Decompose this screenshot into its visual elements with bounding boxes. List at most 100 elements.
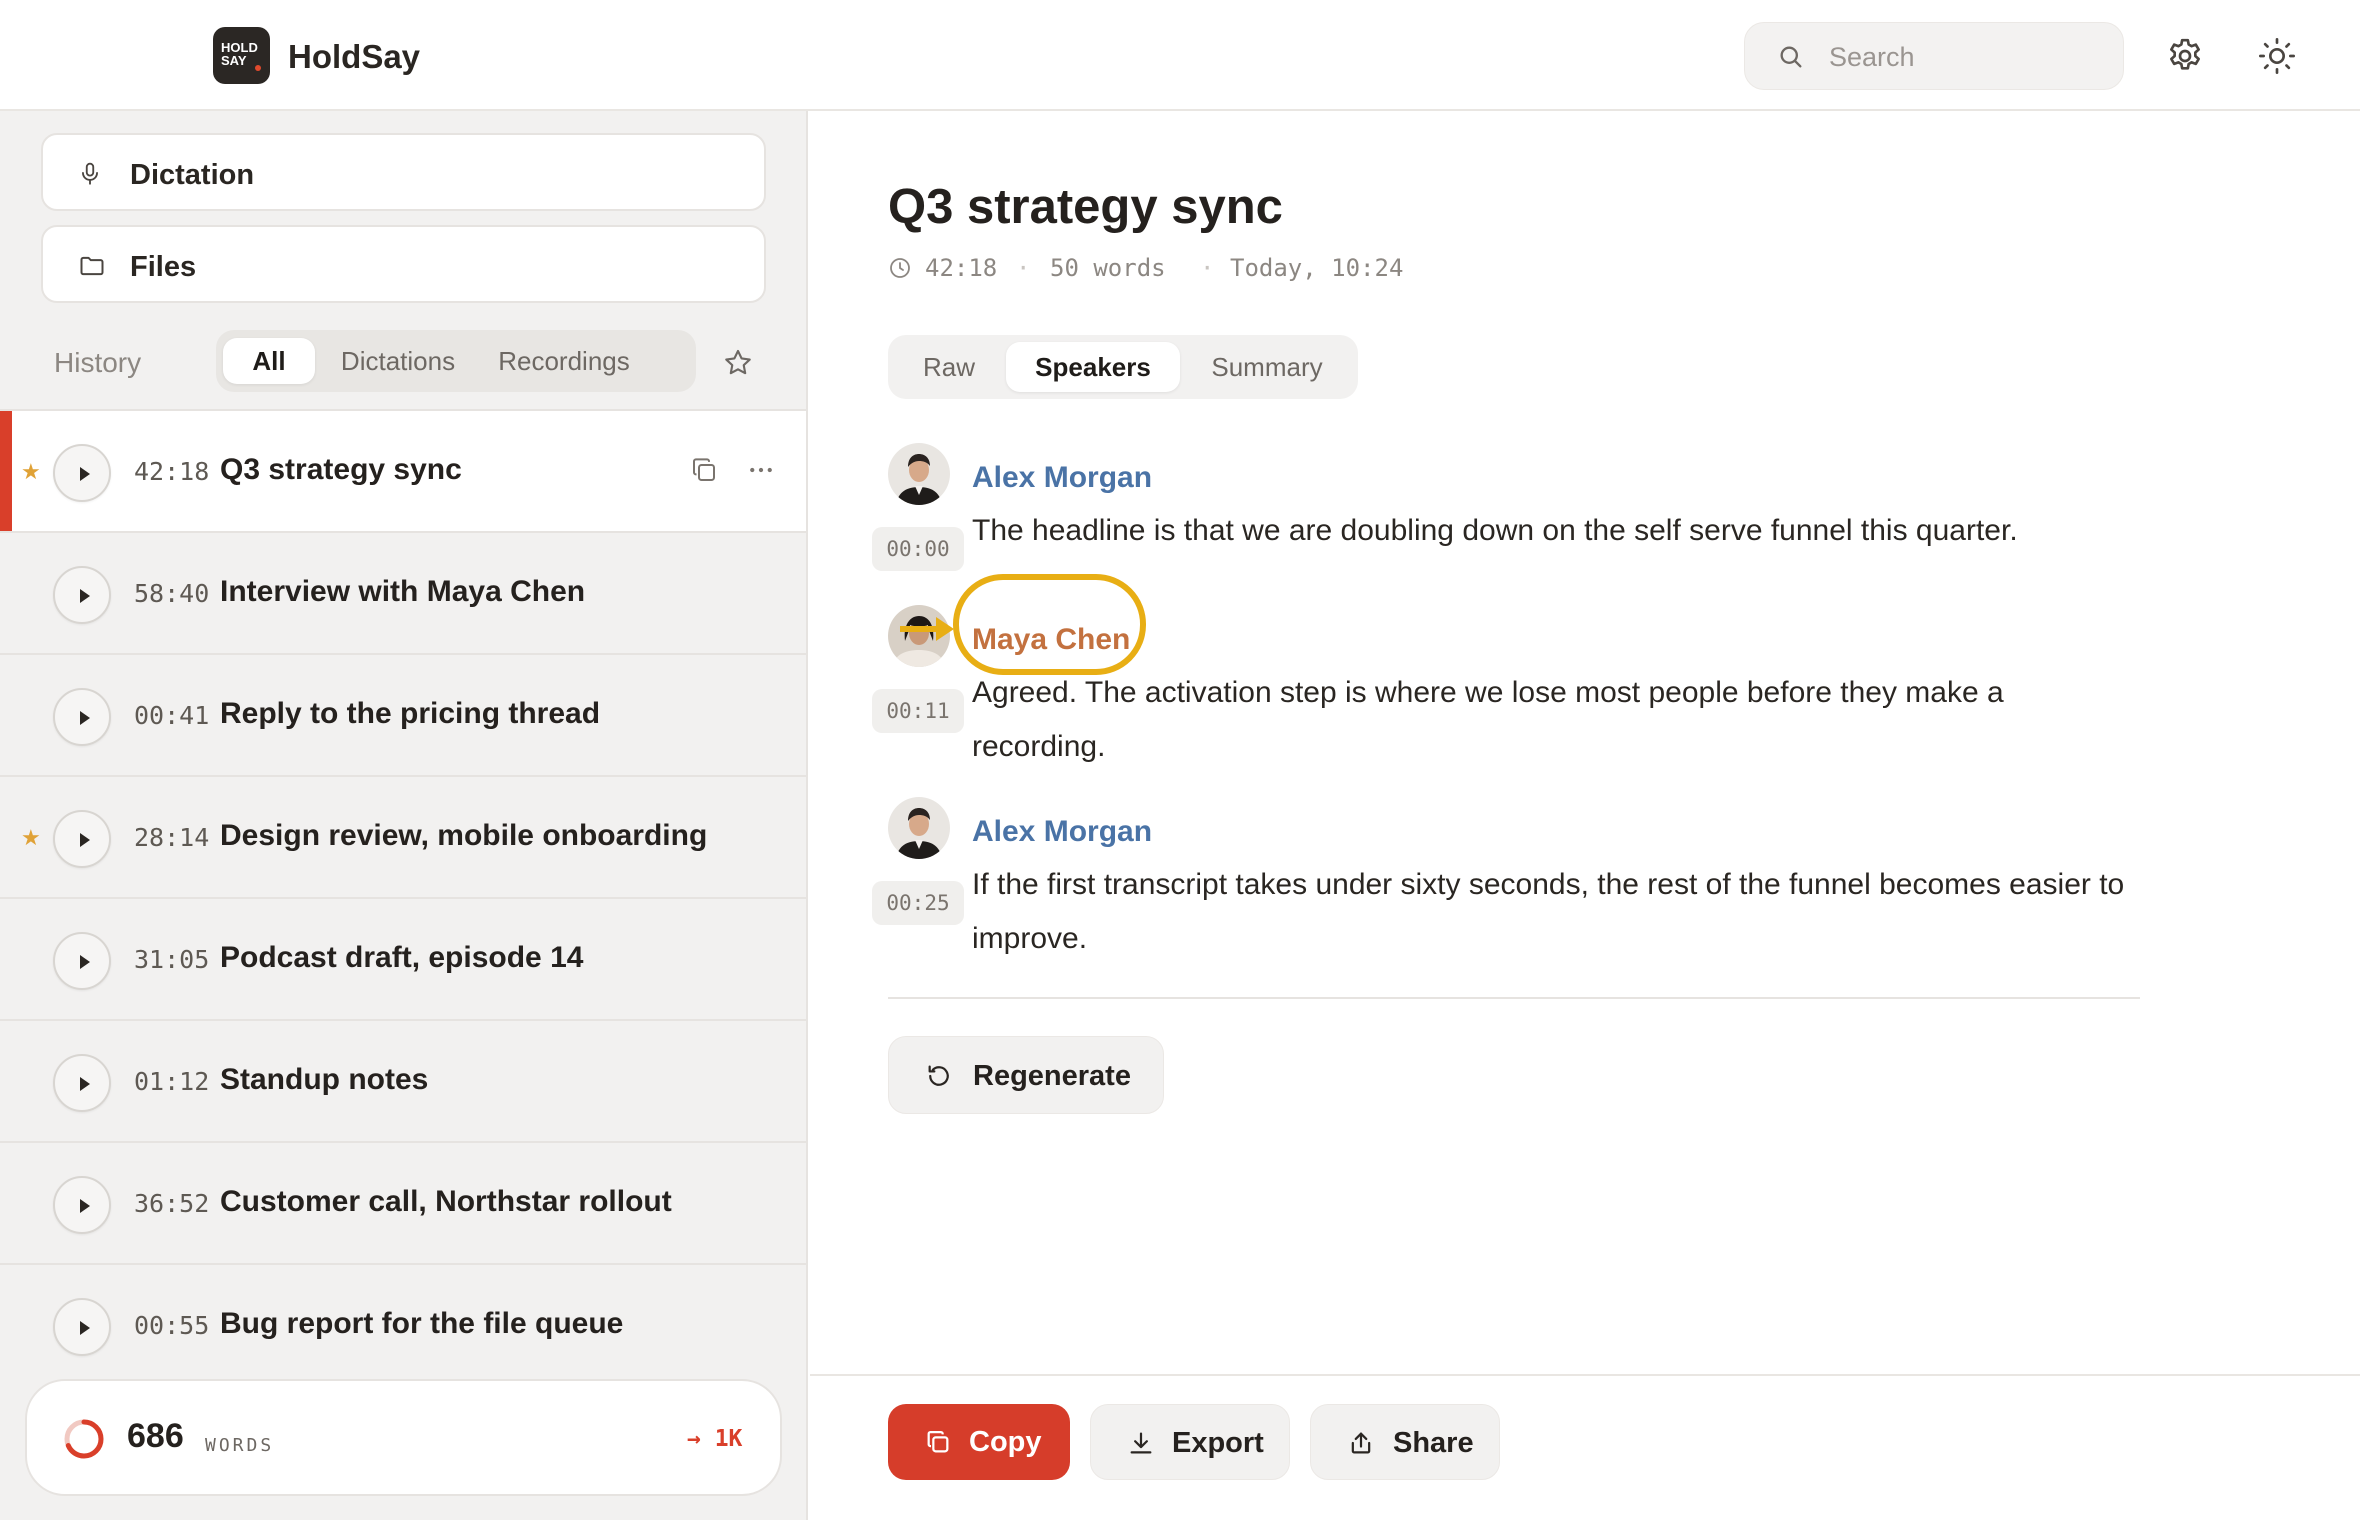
search-icon <box>1780 46 1802 68</box>
transcript-panel: Q3 strategy sync 42:18 · 50 words · Toda… <box>810 111 2360 1520</box>
play-button[interactable] <box>53 566 111 624</box>
tab-raw[interactable]: Raw <box>896 342 1002 392</box>
view-switcher: Raw Speakers Summary <box>888 335 1358 399</box>
filter-all[interactable]: All <box>223 338 315 384</box>
item-duration: 00:55 <box>134 1311 210 1340</box>
play-button[interactable] <box>53 1298 111 1356</box>
export-button[interactable]: Export <box>1090 1404 1290 1480</box>
search-input[interactable] <box>1829 37 2099 77</box>
item-title: Podcast draft, episode 14 <box>220 941 584 974</box>
nav-label: Dictation <box>130 159 255 191</box>
copy-icon <box>927 1430 949 1453</box>
tab-speakers[interactable]: Speakers <box>1006 342 1180 392</box>
star-icon[interactable]: ★ <box>21 459 41 485</box>
share-label: Share <box>1393 1427 1474 1459</box>
gear-icon[interactable] <box>2165 36 2205 76</box>
microphone-icon <box>82 162 98 185</box>
meta-separator: · <box>1016 254 1031 282</box>
nav-files[interactable]: Files <box>41 225 766 303</box>
progress-ring-icon <box>64 1419 104 1459</box>
logo-dot <box>255 65 261 71</box>
utterance-text: If the first transcript takes under sixt… <box>972 868 2125 955</box>
meta-words: 50 words <box>1050 254 1166 282</box>
item-duration: 36:52 <box>134 1189 210 1218</box>
word-goal: → 1K <box>687 1426 743 1452</box>
word-count: 686 <box>127 1417 184 1455</box>
item-title: Design review, mobile onboarding <box>220 819 708 852</box>
sun-icon[interactable] <box>2257 36 2297 76</box>
item-duration: 01:12 <box>134 1067 210 1096</box>
item-title: Interview with Maya Chen <box>220 575 586 608</box>
regenerate-label: Regenerate <box>973 1060 1131 1092</box>
meta-duration: 42:18 <box>925 254 998 282</box>
timestamp[interactable]: 00:25 <box>872 881 964 925</box>
meta-date: Today, 10:24 <box>1230 254 1404 282</box>
play-button[interactable] <box>53 1176 111 1234</box>
divider <box>888 997 2140 999</box>
list-item[interactable]: 36:52 Customer call, Northstar rollout <box>0 1141 806 1263</box>
item-title: Q3 strategy sync <box>220 453 462 486</box>
timestamp[interactable]: 00:00 <box>872 527 964 571</box>
copy-icon[interactable] <box>689 455 719 485</box>
word-unit: WORDS <box>205 1435 275 1456</box>
item-title: Reply to the pricing thread <box>220 697 601 730</box>
folder-icon <box>80 256 104 276</box>
list-item[interactable]: 01:12 Standup notes <box>0 1019 806 1141</box>
list-item[interactable]: 58:40 Interview with Maya Chen <box>0 531 806 653</box>
list-item[interactable]: ★ 42:18 Q3 strategy sync <box>0 409 806 531</box>
app-logo[interactable]: HOLD SAY <box>213 27 270 84</box>
active-indicator <box>0 411 12 531</box>
highlight-arrow-icon <box>900 617 954 641</box>
speaker-name[interactable]: Alex Morgan <box>972 461 1152 495</box>
timestamp[interactable]: 00:11 <box>872 689 964 733</box>
refresh-icon <box>928 1065 949 1086</box>
play-button[interactable] <box>53 810 111 868</box>
footer-divider <box>810 1374 2360 1376</box>
item-duration: 28:14 <box>134 823 210 852</box>
share-icon <box>1351 1432 1371 1454</box>
tab-summary[interactable]: Summary <box>1186 342 1348 392</box>
sidebar: Dictation Files History All Dictations R… <box>0 111 808 1520</box>
item-title: Customer call, Northstar rollout <box>220 1185 672 1218</box>
item-duration: 58:40 <box>134 579 210 608</box>
app-name: HoldSay <box>288 38 421 75</box>
transcript-segment: 00:25 Alex Morgan If the first transcrip… <box>868 797 2168 997</box>
share-button[interactable]: Share <box>1310 1404 1500 1480</box>
item-duration: 42:18 <box>134 457 210 486</box>
regenerate-button[interactable]: Regenerate <box>888 1036 1164 1114</box>
item-duration: 31:05 <box>134 945 210 974</box>
search-box[interactable] <box>1744 22 2124 90</box>
highlight-ring <box>953 574 1146 675</box>
history-list: ★ 42:18 Q3 strategy sync 58:40 Interview… <box>0 409 806 1385</box>
star-filter-icon[interactable] <box>722 347 754 379</box>
history-filter: All Dictations Recordings <box>216 330 696 392</box>
utterance-text: The headline is that we are doubling dow… <box>972 514 2018 547</box>
list-item[interactable]: 00:55 Bug report for the file queue <box>0 1263 806 1385</box>
copy-button[interactable]: Copy <box>888 1404 1070 1480</box>
play-button[interactable] <box>53 444 111 502</box>
filter-recordings[interactable]: Recordings <box>484 338 644 384</box>
list-item[interactable]: 31:05 Podcast draft, episode 14 <box>0 897 806 1019</box>
nav-label: Files <box>130 251 197 283</box>
list-item[interactable]: ★ 28:14 Design review, mobile onboarding <box>0 775 806 897</box>
avatar[interactable] <box>888 443 950 505</box>
word-count-card: 686 WORDS → 1K <box>25 1379 782 1496</box>
copy-label: Copy <box>969 1426 1042 1458</box>
filter-dictations[interactable]: Dictations <box>326 338 470 384</box>
nav-dictation[interactable]: Dictation <box>41 133 766 211</box>
play-button[interactable] <box>53 1054 111 1112</box>
list-item[interactable]: 00:41 Reply to the pricing thread <box>0 653 806 775</box>
logo-text-bottom: SAY <box>221 53 247 68</box>
speaker-name[interactable]: Alex Morgan <box>972 815 1152 849</box>
download-icon <box>1130 1432 1152 1454</box>
utterance-text: Agreed. The activation step is where we … <box>972 676 2004 763</box>
item-title: Standup notes <box>220 1063 429 1096</box>
more-icon[interactable] <box>746 455 776 485</box>
export-label: Export <box>1172 1427 1264 1459</box>
avatar[interactable] <box>888 797 950 859</box>
play-button[interactable] <box>53 932 111 990</box>
star-icon[interactable]: ★ <box>21 825 41 851</box>
person-avatar-icon <box>888 443 950 505</box>
item-title: Bug report for the file queue <box>220 1307 624 1340</box>
play-button[interactable] <box>53 688 111 746</box>
